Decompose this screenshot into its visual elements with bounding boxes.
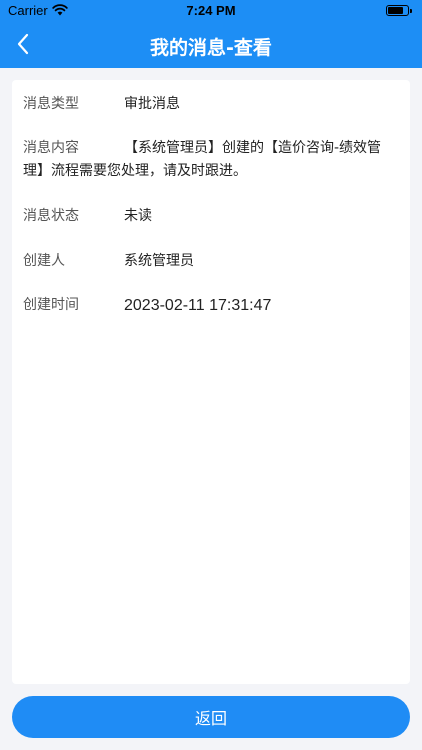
page-title: 我的消息-查看 bbox=[150, 37, 272, 59]
field-row-status: 消息状态 未读 bbox=[23, 205, 400, 228]
field-label: 消息类型 bbox=[23, 96, 79, 112]
back-button[interactable] bbox=[10, 31, 36, 57]
field-row-created-time: 创建时间 2023-02-11 17:31:47 bbox=[23, 294, 400, 317]
field-row-creator: 创建人 系统管理员 bbox=[23, 250, 400, 273]
message-detail-card: 消息类型 审批消息 消息内容 【系统管理员】创建的【造价咨询-绩效管理】流程需要您… bbox=[12, 80, 410, 684]
status-bar: Carrier 7:24 PM bbox=[0, 0, 422, 22]
field-value: 2023-02-11 17:31:47 bbox=[124, 297, 272, 314]
field-label: 消息内容 bbox=[23, 140, 79, 156]
battery-level bbox=[388, 7, 403, 14]
status-time: 7:24 PM bbox=[186, 3, 236, 18]
return-button[interactable]: 返回 bbox=[12, 696, 410, 738]
field-value: 审批消息 bbox=[124, 96, 180, 112]
field-value: 未读 bbox=[124, 208, 152, 224]
field-label: 消息状态 bbox=[23, 208, 79, 224]
field-row-content: 消息内容 【系统管理员】创建的【造价咨询-绩效管理】流程需要您处理，请及时跟进。 bbox=[23, 137, 400, 183]
navigation-bar: 我的消息-查看 bbox=[0, 22, 422, 68]
battery-icon bbox=[386, 5, 412, 16]
field-row-type: 消息类型 审批消息 bbox=[23, 93, 400, 116]
field-label: 创建人 bbox=[23, 253, 65, 269]
field-value: 系统管理员 bbox=[124, 253, 194, 269]
chevron-left-icon bbox=[17, 33, 29, 55]
battery-tip bbox=[410, 9, 412, 13]
field-label: 创建时间 bbox=[23, 297, 79, 313]
